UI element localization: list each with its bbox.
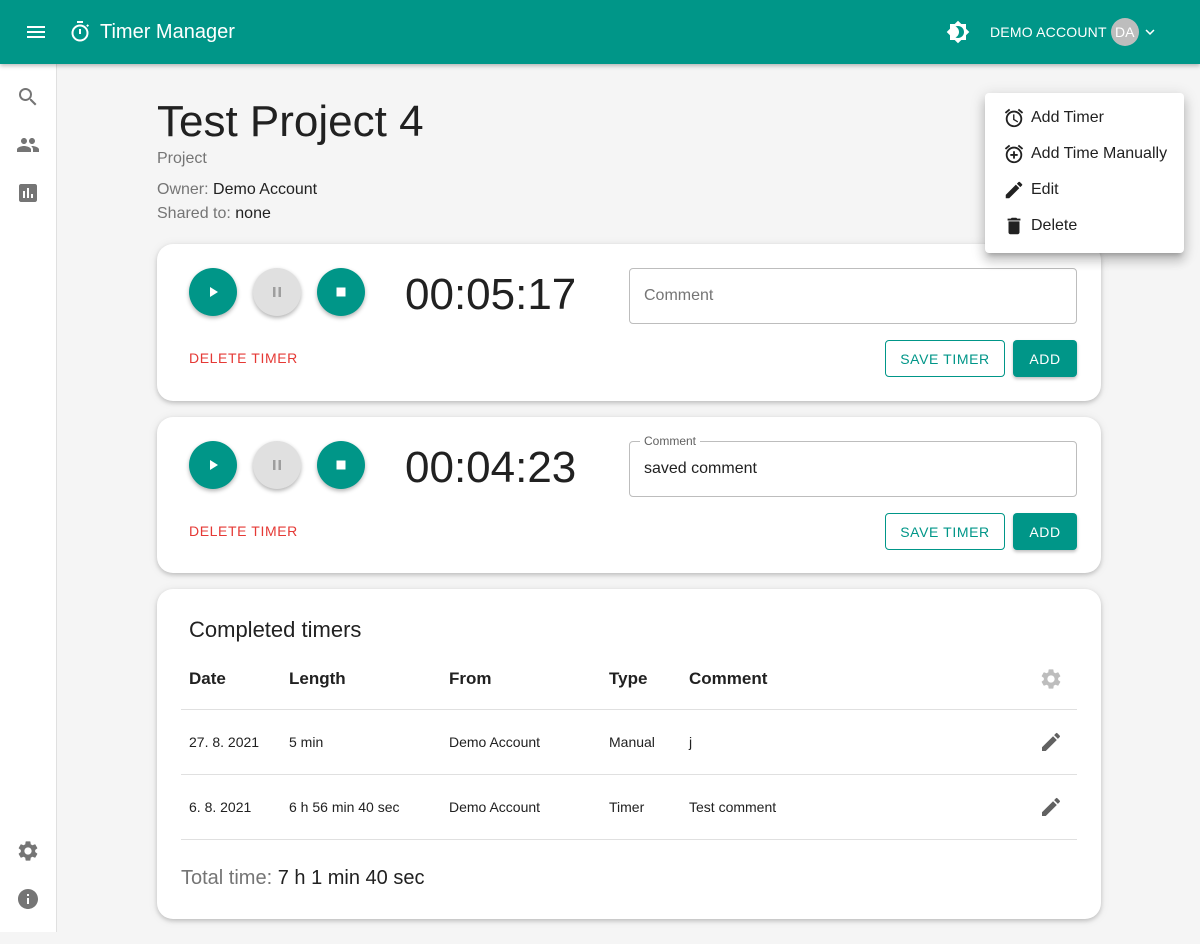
pause-icon bbox=[273, 460, 281, 470]
owner-label: Owner: bbox=[157, 181, 209, 198]
menu-icon[interactable] bbox=[22, 20, 50, 44]
cell-from: Demo Account bbox=[441, 709, 601, 775]
comment-input[interactable] bbox=[630, 442, 1076, 496]
timer-card: 00:04:23 Comment DELETE TIMER SAVE TIMER… bbox=[157, 417, 1101, 573]
cell-from: Demo Account bbox=[441, 774, 601, 840]
cell-length: 6 h 56 min 40 sec bbox=[281, 774, 441, 840]
shared-line: Shared to: none bbox=[157, 202, 424, 226]
column-header-length: Length bbox=[281, 649, 441, 710]
play-button[interactable] bbox=[189, 441, 237, 489]
cell-type: Timer bbox=[601, 774, 681, 840]
column-header-type: Type bbox=[601, 649, 681, 710]
cell-type: Manual bbox=[601, 709, 681, 775]
owner-value: Demo Account bbox=[213, 181, 318, 198]
alarm-add-icon bbox=[1004, 144, 1024, 164]
info-icon[interactable] bbox=[16, 887, 40, 911]
menu-item-delete[interactable]: Delete bbox=[985, 208, 1184, 244]
menu-item-edit[interactable]: Edit bbox=[985, 172, 1184, 208]
project-actions-menu: Add Timer Add Time Manually Edit Delete bbox=[985, 93, 1184, 253]
stop-icon bbox=[336, 460, 346, 470]
brightness-icon[interactable] bbox=[946, 20, 970, 44]
pause-button bbox=[253, 268, 301, 316]
table-row: 6. 8. 2021 6 h 56 min 40 sec Demo Accoun… bbox=[181, 774, 1077, 840]
pencil-icon bbox=[1005, 181, 1023, 199]
settings-icon[interactable] bbox=[1039, 667, 1063, 691]
completed-title: Completed timers bbox=[189, 617, 362, 642]
menu-item-label: Edit bbox=[1031, 181, 1059, 198]
delete-timer-button[interactable]: DELETE TIMER bbox=[189, 350, 298, 366]
column-header-comment: Comment bbox=[681, 649, 1017, 710]
total-value: 7 h 1 min 40 sec bbox=[277, 867, 425, 889]
timer-display: 00:05:17 bbox=[405, 270, 577, 319]
page-title: Test Project 4 bbox=[157, 97, 424, 146]
stop-button[interactable] bbox=[317, 268, 365, 316]
account-menu[interactable]: DEMO ACCOUNT DA bbox=[990, 18, 1159, 46]
table-row: 27. 8. 2021 5 min Demo Account Manual j bbox=[181, 709, 1077, 775]
add-button[interactable]: ADD bbox=[1013, 340, 1077, 377]
play-icon bbox=[210, 460, 218, 470]
people-icon[interactable] bbox=[16, 133, 40, 157]
pause-icon bbox=[273, 287, 281, 297]
shared-label: Shared to: bbox=[157, 205, 231, 222]
alarm-icon bbox=[1004, 108, 1024, 128]
chart-icon[interactable] bbox=[16, 181, 40, 205]
cell-comment: j bbox=[681, 709, 1017, 775]
app-bar: Timer Manager DEMO ACCOUNT DA bbox=[0, 0, 1200, 64]
shared-value: none bbox=[235, 205, 271, 222]
menu-item-label: Add Time Manually bbox=[1031, 145, 1168, 162]
add-button[interactable]: ADD bbox=[1013, 513, 1077, 550]
column-header-date: Date bbox=[181, 649, 281, 710]
stop-icon bbox=[336, 287, 346, 297]
timer-display: 00:04:23 bbox=[405, 443, 577, 492]
chevron-down-icon bbox=[1145, 29, 1155, 35]
project-type: Project bbox=[157, 150, 207, 167]
account-name: DEMO ACCOUNT bbox=[990, 24, 1107, 40]
column-header-from: From bbox=[441, 649, 601, 710]
column-header-settings bbox=[1017, 649, 1077, 710]
settings-icon[interactable] bbox=[16, 839, 40, 863]
play-button[interactable] bbox=[189, 268, 237, 316]
comment-label: Comment bbox=[640, 434, 701, 448]
table-header-row: Date Length From Type Comment bbox=[181, 649, 1077, 710]
stop-button[interactable] bbox=[317, 441, 365, 489]
completed-table: Date Length From Type Comment 27. 8. 202… bbox=[181, 649, 1077, 840]
comment-input[interactable] bbox=[630, 269, 1076, 323]
menu-item-label: Delete bbox=[1031, 217, 1078, 234]
cell-comment: Test comment bbox=[681, 774, 1017, 840]
menu-item-label: Add Timer bbox=[1031, 109, 1104, 126]
pause-button bbox=[253, 441, 301, 489]
owner-line: Owner: Demo Account bbox=[157, 178, 424, 202]
cell-date: 6. 8. 2021 bbox=[181, 774, 281, 840]
project-header: Test Project 4 Project Owner: Demo Accou… bbox=[157, 96, 424, 226]
comment-field[interactable] bbox=[629, 268, 1077, 324]
completed-timers-card: Completed timers Date Length From Type C… bbox=[157, 589, 1101, 919]
save-timer-button[interactable]: SAVE TIMER bbox=[885, 513, 1005, 550]
cell-actions bbox=[1017, 774, 1077, 840]
comment-field[interactable]: Comment bbox=[629, 434, 1077, 497]
delete-timer-button[interactable]: DELETE TIMER bbox=[189, 523, 298, 539]
play-icon bbox=[210, 287, 218, 297]
pencil-icon[interactable] bbox=[1039, 730, 1063, 754]
total-time: Total time: 7 h 1 min 40 sec bbox=[181, 867, 424, 890]
pencil-icon[interactable] bbox=[1039, 795, 1063, 819]
menu-item-add-timer[interactable]: Add Timer bbox=[985, 100, 1184, 136]
timer-icon bbox=[71, 21, 89, 42]
cell-actions bbox=[1017, 709, 1077, 775]
search-icon[interactable] bbox=[16, 85, 40, 109]
app-title: Timer Manager bbox=[100, 21, 235, 43]
menu-item-add-time-manually[interactable]: Add Time Manually bbox=[985, 136, 1184, 172]
sidebar bbox=[0, 64, 57, 932]
save-timer-button[interactable]: SAVE TIMER bbox=[885, 340, 1005, 377]
total-label: Total time: bbox=[181, 867, 273, 889]
trash-icon bbox=[1007, 217, 1021, 235]
cell-date: 27. 8. 2021 bbox=[181, 709, 281, 775]
cell-length: 5 min bbox=[281, 709, 441, 775]
avatar: DA bbox=[1110, 18, 1139, 46]
timer-card: 00:05:17 DELETE TIMER SAVE TIMER ADD bbox=[157, 244, 1101, 401]
